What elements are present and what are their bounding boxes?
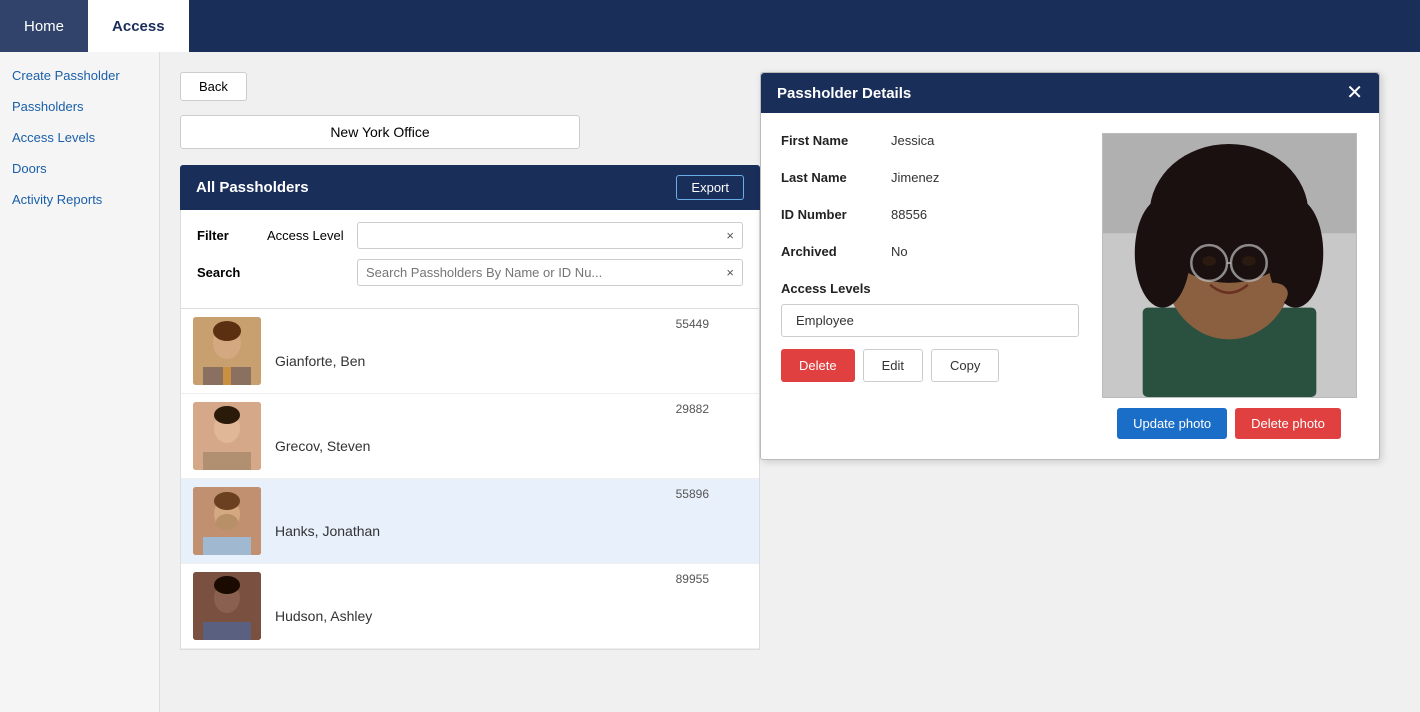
details-panel: Passholder Details ✕ First Name Jessica …	[760, 72, 1380, 460]
office-selector[interactable]: New York Office	[180, 115, 580, 149]
export-button[interactable]: Export	[676, 175, 744, 200]
sidebar-item-create-passholder[interactable]: Create Passholder	[0, 60, 159, 91]
sidebar: Create Passholder Passholders Access Lev…	[0, 52, 160, 712]
last-name-label: Last Name	[781, 170, 891, 185]
id-number-value: 88556	[891, 207, 927, 222]
passholder-list: 55449 Gianforte, Ben	[180, 309, 760, 650]
passholder-id: 55449	[676, 317, 709, 331]
avatar	[193, 572, 261, 640]
access-levels-section: Access Levels Employee	[781, 281, 1079, 337]
top-nav: Home Access	[0, 0, 1420, 52]
first-name-row: First Name Jessica	[781, 133, 1079, 148]
id-number-row: ID Number 88556	[781, 207, 1079, 222]
update-photo-button[interactable]: Update photo	[1117, 408, 1227, 439]
details-title: Passholder Details	[777, 85, 911, 102]
avatar	[193, 317, 261, 385]
search-clear[interactable]: ×	[718, 261, 742, 284]
search-input[interactable]	[358, 260, 718, 285]
avatar	[193, 402, 261, 470]
passholders-bar: All Passholders Export	[180, 165, 760, 210]
passholder-id: 29882	[676, 402, 709, 416]
passholder-item[interactable]: 55449 Gianforte, Ben	[181, 309, 759, 394]
details-header: Passholder Details ✕	[761, 73, 1379, 113]
layout: Create Passholder Passholders Access Lev…	[0, 52, 1420, 712]
main-content: Back New York Office All Passholders Exp…	[160, 52, 1420, 712]
filter-area: Filter Access Level × Search ×	[180, 210, 760, 309]
action-buttons: Delete Edit Copy	[781, 349, 1079, 382]
filter-row: Filter Access Level ×	[197, 222, 743, 249]
search-row: Search ×	[197, 259, 743, 286]
details-fields: First Name Jessica Last Name Jimenez ID …	[781, 133, 1079, 439]
passholder-name: Hudson, Ashley	[275, 608, 372, 624]
archived-label: Archived	[781, 244, 891, 259]
details-content: First Name Jessica Last Name Jimenez ID …	[781, 133, 1359, 439]
passholders-title: All Passholders	[196, 179, 309, 196]
tab-home[interactable]: Home	[0, 0, 88, 52]
avatar	[193, 487, 261, 555]
passholder-item[interactable]: 55896 Hanks, Jonathan	[181, 479, 759, 564]
edit-button[interactable]: Edit	[863, 349, 923, 382]
tab-access[interactable]: Access	[88, 0, 189, 52]
access-level-tag: Employee	[781, 304, 1079, 337]
passholder-name: Grecov, Steven	[275, 438, 370, 454]
passholder-item[interactable]: 29882 Grecov, Steven	[181, 394, 759, 479]
passholder-name: Hanks, Jonathan	[275, 523, 380, 539]
details-body: First Name Jessica Last Name Jimenez ID …	[761, 113, 1379, 459]
passholder-id: 89955	[676, 572, 709, 586]
first-name-label: First Name	[781, 133, 891, 148]
last-name-value: Jimenez	[891, 170, 939, 185]
search-input-wrap: ×	[357, 259, 743, 286]
passholder-item[interactable]: 89955 Hudson, Ashley	[181, 564, 759, 649]
archived-section: Archived No	[781, 244, 1079, 259]
back-button[interactable]: Back	[180, 72, 247, 101]
sidebar-item-passholders[interactable]: Passholders	[0, 91, 159, 122]
last-name-row: Last Name Jimenez	[781, 170, 1079, 185]
passholder-name: Gianforte, Ben	[275, 353, 365, 369]
search-label: Search	[197, 265, 267, 280]
access-level-input-wrap: ×	[357, 222, 743, 249]
first-name-value: Jessica	[891, 133, 934, 148]
filter-label: Filter	[197, 228, 267, 243]
access-level-input[interactable]	[358, 223, 718, 248]
id-number-label: ID Number	[781, 207, 891, 222]
access-levels-label: Access Levels	[781, 281, 1079, 296]
passholder-id: 55896	[676, 487, 709, 501]
access-level-label: Access Level	[267, 228, 357, 243]
copy-button[interactable]: Copy	[931, 349, 999, 382]
access-level-clear[interactable]: ×	[718, 224, 742, 247]
profile-photo	[1103, 134, 1356, 397]
sidebar-item-access-levels[interactable]: Access Levels	[0, 122, 159, 153]
photo-frame	[1102, 133, 1357, 398]
sidebar-item-doors[interactable]: Doors	[0, 153, 159, 184]
delete-photo-button[interactable]: Delete photo	[1235, 408, 1341, 439]
archived-row: Archived No	[781, 244, 1079, 259]
details-close-button[interactable]: ✕	[1346, 83, 1363, 103]
delete-button[interactable]: Delete	[781, 349, 855, 382]
photo-actions: Update photo Delete photo	[1117, 408, 1341, 439]
photo-area: Update photo Delete photo	[1099, 133, 1359, 439]
sidebar-item-activity-reports[interactable]: Activity Reports	[0, 184, 159, 215]
archived-value: No	[891, 244, 908, 259]
